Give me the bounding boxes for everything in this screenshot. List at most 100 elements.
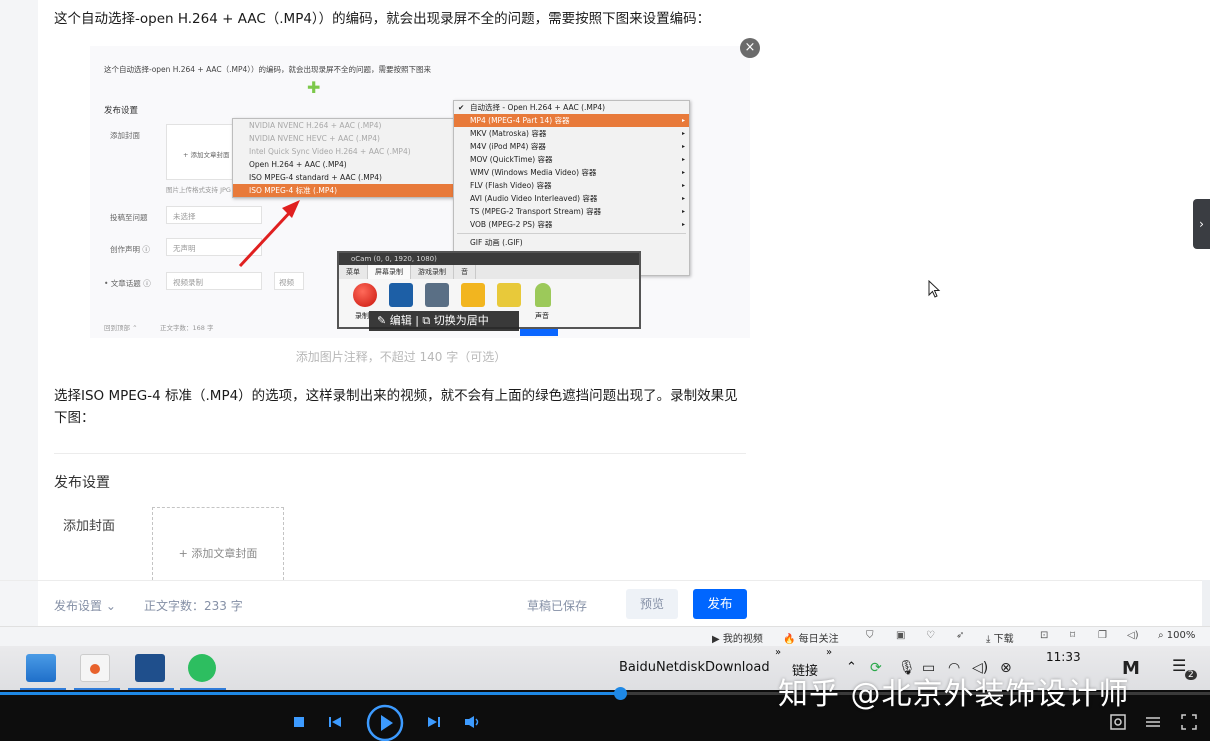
window-icon[interactable]: ❐ bbox=[1098, 630, 1107, 641]
download-button[interactable]: ⤓ 下载 bbox=[986, 630, 1014, 645]
menu-item[interactable]: MOV (QuickTime) 容器 ▸ bbox=[454, 153, 689, 166]
embedded-text: 这个自动选择-open H.264 + AAC（.MP4））的编码，就会出现录屏… bbox=[104, 65, 432, 74]
embedded-screenshot[interactable]: 这个自动选择-open H.264 + AAC（.MP4））的编码，就会出现录屏… bbox=[90, 46, 750, 338]
progress-fill bbox=[0, 692, 620, 695]
green-plus-icon: ✚ bbox=[307, 78, 321, 97]
settings-icon[interactable] bbox=[1145, 714, 1161, 730]
previous-icon[interactable] bbox=[328, 716, 342, 728]
screen: 这个自动选择-open H.264 + AAC（.MP4））的编码，就会出现录屏… bbox=[0, 0, 1210, 741]
embedded-topic-label: • 文章话题 ⓘ bbox=[104, 279, 151, 288]
submenu-arrow-icon: ▸ bbox=[681, 182, 685, 189]
volume-icon[interactable] bbox=[464, 715, 482, 729]
section-title: 发布设置 bbox=[54, 475, 110, 491]
tag-icon[interactable]: ⌑ bbox=[1070, 630, 1075, 641]
menu-item-label: 自动选择 - Open H.264 + AAC (.MP4) bbox=[470, 103, 606, 112]
menu-item-label: MKV (Matroska) 容器 bbox=[470, 129, 547, 138]
codec-menu: NVIDIA NVENC H.264 + AAC (.MP4) NVIDIA NV… bbox=[232, 118, 454, 198]
article-paragraph[interactable]: 选择ISO MPEG-4 标准（.MP4）的选项，这样录制出来的视频，就不会有上… bbox=[54, 385, 744, 429]
submenu-arrow-icon: ▸ bbox=[681, 143, 685, 150]
side-panel-toggle[interactable]: › bbox=[1193, 199, 1210, 249]
embedded-word-count: 正文字数：168 字 bbox=[160, 324, 214, 332]
article-editor: 这个自动选择-open H.264 + AAC（.MP4））的编码，就会出现录屏… bbox=[0, 0, 764, 580]
capture-dot-icon bbox=[90, 664, 100, 674]
capture-app-icon[interactable] bbox=[80, 654, 110, 682]
calculator-app-icon[interactable] bbox=[135, 654, 165, 682]
chevron-right-icon[interactable]: » bbox=[775, 647, 781, 658]
menu-separator bbox=[457, 233, 686, 234]
ocam-window: oCam (0, 0, 1920, 1080) 菜单 屏幕录制 游戏录制 音 录… bbox=[337, 251, 641, 331]
mouse-cursor-icon bbox=[928, 280, 941, 298]
evernote-app-icon[interactable] bbox=[188, 654, 216, 682]
publish-button[interactable]: 发布 bbox=[693, 589, 747, 619]
menu-item-label: MP4 (MPEG-4 Part 14) 容器 bbox=[470, 116, 570, 125]
submenu-arrow-icon: ▸ bbox=[681, 221, 685, 228]
menu-item[interactable]: Intel Quick Sync Video H.264 + AAC (.MP4… bbox=[233, 145, 453, 158]
menu-item[interactable]: MP4 (MPEG-4 Part 14) 容器 ▸ bbox=[454, 114, 689, 127]
microphone-icon bbox=[535, 283, 551, 307]
scrollbar[interactable] bbox=[1202, 580, 1210, 626]
embedded-section-title: 发布设置 bbox=[104, 106, 139, 116]
menu-item[interactable]: GIF 动画 (.GIF) bbox=[454, 236, 689, 249]
chevron-right-icon[interactable]: » bbox=[826, 647, 832, 658]
next-icon[interactable] bbox=[427, 716, 441, 728]
menu-item[interactable]: NVIDIA NVENC H.264 + AAC (.MP4) bbox=[233, 119, 453, 132]
submenu-arrow-icon: ▸ bbox=[681, 156, 685, 163]
menu-item-label: GIF 动画 (.GIF) bbox=[470, 238, 523, 247]
play-icon[interactable] bbox=[366, 704, 404, 741]
screenshot-icon[interactable] bbox=[1110, 714, 1126, 730]
menu-item-label: Intel Quick Sync Video H.264 + AAC (.MP4… bbox=[249, 147, 411, 156]
image-caption[interactable]: 添加图片注释，不超过 140 字（可选） bbox=[38, 348, 764, 365]
page-gutter bbox=[0, 0, 38, 580]
fullscreen-icon[interactable] bbox=[1181, 714, 1197, 730]
embedded-topic-value-2: 视频 bbox=[279, 278, 294, 287]
menu-item[interactable]: WMV (Windows Media Video) 容器 ▸ bbox=[454, 166, 689, 179]
speaker-icon[interactable]: ◁) bbox=[1127, 630, 1139, 641]
image-icon[interactable]: ▣ bbox=[896, 630, 905, 641]
progress-handle[interactable] bbox=[613, 687, 627, 700]
divider bbox=[54, 453, 746, 454]
menu-item[interactable]: FLV (Flash Video) 容器 ▸ bbox=[454, 179, 689, 192]
menu-item-label: WMV (Windows Media Video) 容器 bbox=[470, 168, 597, 177]
mail-app-icon[interactable] bbox=[26, 654, 56, 682]
menu-item[interactable]: AVI (Audio Video Interleaved) 容器 ▸ bbox=[454, 192, 689, 205]
browser-status-bar: ▶ 我的视频 🔥 每日关注 ⛉ ▣ ♡ ➶ ⤓ 下载 ⊡ ⌑ ❐ ◁) ⌕ 10… bbox=[0, 626, 1210, 646]
embedded-cover-hint: 图片上传格式支持 JPG bbox=[166, 186, 231, 194]
menu-item[interactable]: VOB (MPEG-2 PS) 容器 ▸ bbox=[454, 218, 689, 231]
lock-icon[interactable]: ⊡ bbox=[1040, 630, 1048, 641]
close-icon[interactable]: × bbox=[740, 38, 760, 58]
heart-icon[interactable]: ♡ bbox=[926, 630, 935, 641]
publish-settings-toggle[interactable]: 发布设置 ⌄ bbox=[54, 597, 116, 614]
embedded-topic-input: 视频录制 bbox=[166, 272, 262, 290]
menu-item-label: NVIDIA NVENC H.264 + AAC (.MP4) bbox=[249, 121, 382, 130]
embedded-back-top: 回到顶部 ⌃ bbox=[104, 324, 138, 332]
shield-icon[interactable]: ⛉ bbox=[866, 630, 874, 641]
notification-count: 2 bbox=[1185, 670, 1197, 680]
zoom-level[interactable]: ⌕ 100% bbox=[1158, 630, 1195, 641]
submenu-arrow-icon: ▸ bbox=[681, 195, 685, 202]
menu-item[interactable]: NVIDIA NVENC HEVC + AAC (.MP4) bbox=[233, 132, 453, 145]
rocket-icon[interactable]: ➶ bbox=[956, 630, 964, 641]
my-video-link[interactable]: ▶ 我的视频 bbox=[712, 630, 763, 645]
submenu-arrow-icon: ▸ bbox=[681, 169, 685, 176]
stop-icon[interactable] bbox=[293, 716, 305, 728]
ocam-tab: 音 bbox=[454, 265, 476, 279]
embedded-topic-value: 视频录制 bbox=[173, 278, 203, 287]
menu-item[interactable]: MKV (Matroska) 容器 ▸ bbox=[454, 127, 689, 140]
daily-follow-link[interactable]: 🔥 每日关注 bbox=[783, 630, 839, 645]
embedded-creation-value: 无声明 bbox=[173, 244, 196, 253]
article-paragraph[interactable]: 这个自动选择-open H.264 + AAC（.MP4））的编码，就会出现录屏… bbox=[54, 8, 744, 30]
notification-icon[interactable]: ☰ bbox=[1172, 656, 1186, 675]
menu-item[interactable]: TS (MPEG-2 Transport Stream) 容器 ▸ bbox=[454, 205, 689, 218]
menu-item-label: FLV (Flash Video) 容器 bbox=[470, 181, 552, 190]
menu-item-label: VOB (MPEG-2 PS) 容器 bbox=[470, 220, 553, 229]
menu-item[interactable]: Open H.264 + AAC (.MP4) bbox=[233, 158, 453, 171]
clock[interactable]: 11:33 bbox=[1046, 650, 1081, 664]
menu-item[interactable]: M4V (iPod MP4) 容器 ▸ bbox=[454, 140, 689, 153]
add-cover-label: + 添加文章封面 bbox=[178, 547, 258, 560]
preview-button[interactable]: 预览 bbox=[626, 589, 678, 619]
add-cover-button[interactable]: + 添加文章封面 bbox=[152, 507, 284, 580]
toolbar-folder-label[interactable]: BaiduNetdiskDownload bbox=[619, 660, 770, 675]
menu-item[interactable]: ISO MPEG-4 standard + AAC (.MP4) bbox=[233, 171, 453, 184]
menu-item[interactable]: 自动选择 - Open H.264 + AAC (.MP4) ✔ bbox=[454, 101, 689, 114]
ocam-title: oCam (0, 0, 1920, 1080) bbox=[339, 253, 639, 265]
